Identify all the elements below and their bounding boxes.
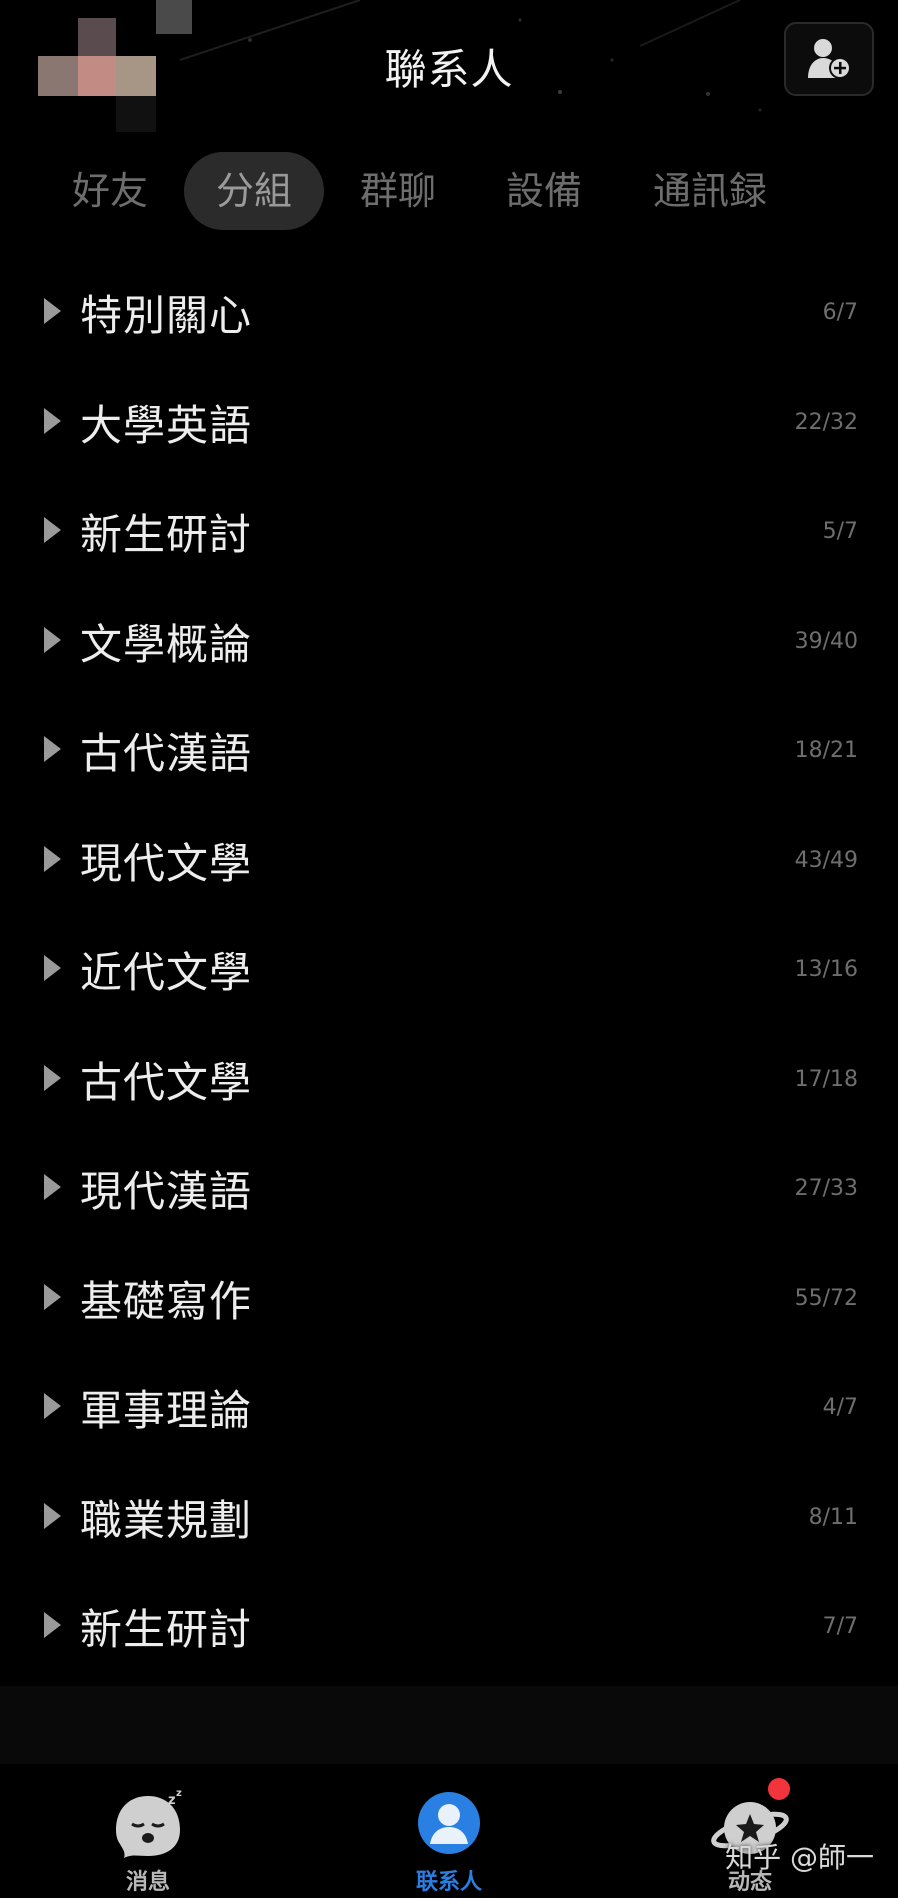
tab-friends[interactable]: 好友 — [58, 152, 162, 230]
notification-badge — [768, 1778, 790, 1800]
expand-arrow-icon — [44, 1612, 61, 1638]
svg-text:z: z — [168, 1793, 176, 1808]
group-online-count: 8/11 — [808, 1504, 858, 1530]
group-row[interactable]: 軍事理論 4/7 — [0, 1355, 898, 1465]
group-name: 現代文學 — [80, 838, 253, 888]
bottom-navigation: z z 消息 联系人 动态 — [0, 1764, 898, 1898]
group-name: 大學英語 — [80, 400, 253, 450]
group-row[interactable]: 特別關心 6/7 — [0, 260, 898, 370]
list-footer-spacer — [0, 1686, 898, 1764]
group-row[interactable]: 新生研討 5/7 — [0, 479, 898, 589]
expand-arrow-icon — [44, 298, 61, 324]
group-online-count: 7/7 — [822, 1614, 858, 1639]
nav-moments[interactable]: 动态 — [660, 1764, 840, 1898]
expand-arrow-icon — [44, 955, 61, 981]
group-name: 近代文學 — [80, 948, 253, 997]
tab-bar: 好友 分組 群聊 設備 通訊録 — [0, 146, 898, 236]
group-name: 新生研討 — [80, 1605, 253, 1654]
tab-address-book[interactable]: 通訊録 — [640, 152, 780, 230]
group-row[interactable]: 古代文學 17/18 — [0, 1027, 898, 1137]
group-name: 新生研討 — [80, 510, 253, 559]
nav-label: 消息 — [125, 1870, 170, 1895]
expand-arrow-icon — [44, 407, 61, 434]
nav-contacts[interactable]: 联系人 — [359, 1764, 539, 1898]
group-online-count: 27/33 — [794, 1176, 858, 1201]
zhihu-watermark: 知乎 @師一 — [725, 1841, 874, 1874]
group-name: 古代文學 — [80, 1057, 253, 1107]
tab-devices[interactable]: 設備 — [492, 152, 596, 230]
expand-arrow-icon — [44, 517, 61, 543]
group-online-count: 22/32 — [794, 409, 858, 435]
group-online-count: 5/7 — [822, 519, 858, 544]
group-row[interactable]: 職業規劃 8/11 — [0, 1465, 898, 1575]
expand-arrow-icon — [44, 845, 61, 872]
group-name: 職業規劃 — [80, 1495, 253, 1545]
nav-messages[interactable]: z z 消息 — [58, 1764, 238, 1898]
tab-group-chats[interactable]: 群聊 — [346, 152, 450, 230]
group-row[interactable]: 文學概論 39/40 — [0, 589, 898, 699]
group-name: 基礎寫作 — [80, 1276, 253, 1326]
group-name: 古代漢語 — [80, 729, 253, 778]
group-name: 現代漢語 — [80, 1167, 253, 1216]
expand-arrow-icon — [44, 1174, 61, 1200]
expand-arrow-icon — [44, 626, 61, 653]
group-row[interactable]: 近代文學 13/16 — [0, 917, 898, 1027]
expand-arrow-icon — [44, 736, 61, 762]
group-online-count: 39/40 — [794, 628, 858, 654]
group-row[interactable]: 古代漢語 18/21 — [0, 698, 898, 808]
svg-text:z: z — [176, 1790, 182, 1799]
group-online-count: 43/49 — [794, 847, 858, 873]
page-title: 聯系人 — [384, 45, 514, 94]
group-name: 文學概論 — [80, 619, 253, 669]
nav-label: 联系人 — [415, 1870, 482, 1895]
group-row[interactable]: 基礎寫作 55/72 — [0, 1246, 898, 1356]
group-online-count: 13/16 — [794, 957, 858, 982]
top-bar: 聯系人 — [0, 0, 898, 140]
group-list: 特別關心 6/7 大學英語 22/32 新生研討 5/7 文學概論 39/40 … — [0, 260, 898, 1684]
add-person-icon — [808, 39, 851, 79]
tab-groups[interactable]: 分組 — [184, 152, 324, 230]
expand-arrow-icon — [44, 1283, 61, 1310]
expand-arrow-icon — [44, 1502, 61, 1529]
group-online-count: 55/72 — [794, 1285, 858, 1311]
expand-arrow-icon — [44, 1064, 61, 1091]
group-row[interactable]: 新生研討 7/7 — [0, 1574, 898, 1684]
add-friend-button[interactable] — [784, 22, 874, 96]
group-online-count: 6/7 — [822, 300, 858, 325]
group-online-count: 18/21 — [794, 738, 858, 763]
sleeping-penguin-icon: z z — [116, 1790, 182, 1858]
group-online-count: 17/18 — [794, 1066, 858, 1092]
group-name: 軍事理論 — [80, 1386, 253, 1435]
group-row[interactable]: 現代漢語 27/33 — [0, 1136, 898, 1246]
group-online-count: 4/7 — [822, 1395, 858, 1420]
group-row[interactable]: 大學英語 22/32 — [0, 370, 898, 480]
contact-person-icon — [418, 1792, 480, 1854]
group-name: 特別關心 — [80, 291, 253, 340]
expand-arrow-icon — [44, 1393, 61, 1419]
group-row[interactable]: 現代文學 43/49 — [0, 808, 898, 918]
